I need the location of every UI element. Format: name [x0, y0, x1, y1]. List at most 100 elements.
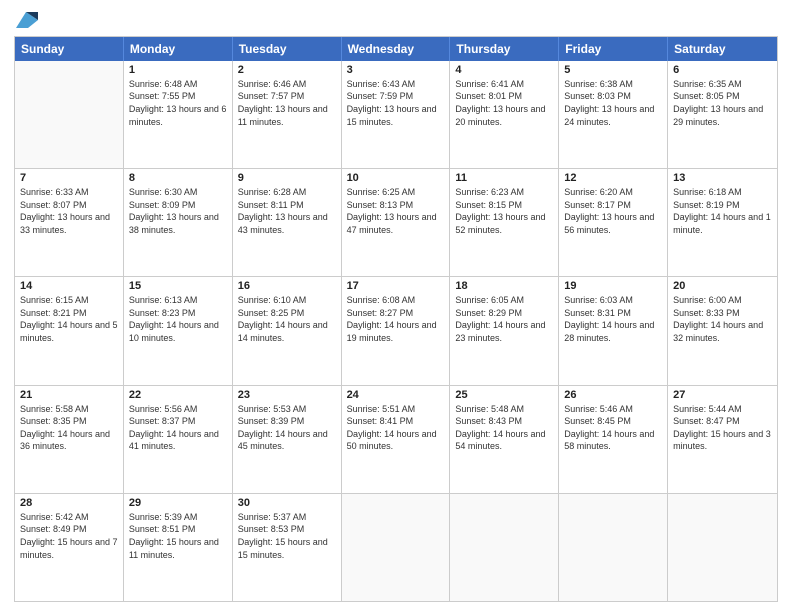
day-number: 9 [238, 172, 336, 184]
day-info: Sunrise: 6:46 AM Sunset: 7:57 PM Dayligh… [238, 78, 336, 128]
day-info: Sunrise: 5:48 AM Sunset: 8:43 PM Dayligh… [455, 403, 553, 453]
day-number: 28 [20, 497, 118, 509]
day-cell-11: 11 Sunrise: 6:23 AM Sunset: 8:15 PM Dayli… [450, 169, 559, 276]
empty-cell [342, 494, 451, 601]
calendar-header: SundayMondayTuesdayWednesdayThursdayFrid… [15, 37, 777, 61]
day-number: 26 [564, 389, 662, 401]
day-cell-12: 12 Sunrise: 6:20 AM Sunset: 8:17 PM Dayli… [559, 169, 668, 276]
day-cell-29: 29 Sunrise: 5:39 AM Sunset: 8:51 PM Dayli… [124, 494, 233, 601]
day-number: 6 [673, 64, 772, 76]
header-day-wednesday: Wednesday [342, 37, 451, 61]
day-cell-19: 19 Sunrise: 6:03 AM Sunset: 8:31 PM Dayli… [559, 277, 668, 384]
day-info: Sunrise: 6:48 AM Sunset: 7:55 PM Dayligh… [129, 78, 227, 128]
day-number: 16 [238, 280, 336, 292]
day-cell-20: 20Sunrise: 6:00 AM Sunset: 8:33 PM Dayli… [668, 277, 777, 384]
day-cell-18: 18 Sunrise: 6:05 AM Sunset: 8:29 PM Dayli… [450, 277, 559, 384]
day-number: 11 [455, 172, 553, 184]
page: SundayMondayTuesdayWednesdayThursdayFrid… [0, 0, 792, 612]
day-cell-25: 25 Sunrise: 5:48 AM Sunset: 8:43 PM Dayli… [450, 386, 559, 493]
day-info: Sunrise: 5:42 AM Sunset: 8:49 PM Dayligh… [20, 511, 118, 561]
day-cell-8: 8 Sunrise: 6:30 AM Sunset: 8:09 PM Daylig… [124, 169, 233, 276]
day-number: 4 [455, 64, 553, 76]
day-number: 13 [673, 172, 772, 184]
logo-text [14, 10, 38, 30]
day-info: Sunrise: 6:33 AM Sunset: 8:07 PM Dayligh… [20, 186, 118, 236]
day-number: 19 [564, 280, 662, 292]
day-cell-5: 5Sunrise: 6:38 AM Sunset: 8:03 PM Daylig… [559, 61, 668, 168]
day-info: Sunrise: 6:43 AM Sunset: 7:59 PM Dayligh… [347, 78, 445, 128]
empty-cell [15, 61, 124, 168]
week-row-1: 1 Sunrise: 6:48 AM Sunset: 7:55 PM Daylig… [15, 61, 777, 168]
day-cell-6: 6 Sunrise: 6:35 AM Sunset: 8:05 PM Daylig… [668, 61, 777, 168]
day-number: 24 [347, 389, 445, 401]
day-info: Sunrise: 6:20 AM Sunset: 8:17 PM Dayligh… [564, 186, 662, 236]
day-info: Sunrise: 5:56 AM Sunset: 8:37 PM Dayligh… [129, 403, 227, 453]
day-cell-15: 15 Sunrise: 6:13 AM Sunset: 8:23 PM Dayli… [124, 277, 233, 384]
day-info: Sunrise: 5:39 AM Sunset: 8:51 PM Dayligh… [129, 511, 227, 561]
header-day-sunday: Sunday [15, 37, 124, 61]
day-number: 29 [129, 497, 227, 509]
day-number: 3 [347, 64, 445, 76]
day-number: 25 [455, 389, 553, 401]
day-number: 27 [673, 389, 772, 401]
day-info: Sunrise: 6:05 AM Sunset: 8:29 PM Dayligh… [455, 294, 553, 344]
empty-cell [450, 494, 559, 601]
day-number: 23 [238, 389, 336, 401]
calendar-body: 1 Sunrise: 6:48 AM Sunset: 7:55 PM Daylig… [15, 61, 777, 601]
day-cell-14: 14 Sunrise: 6:15 AM Sunset: 8:21 PM Dayli… [15, 277, 124, 384]
day-number: 2 [238, 64, 336, 76]
day-cell-23: 23 Sunrise: 5:53 AM Sunset: 8:39 PM Dayli… [233, 386, 342, 493]
day-cell-1: 1 Sunrise: 6:48 AM Sunset: 7:55 PM Daylig… [124, 61, 233, 168]
day-number: 1 [129, 64, 227, 76]
day-info: Sunrise: 6:30 AM Sunset: 8:09 PM Dayligh… [129, 186, 227, 236]
day-info: Sunrise: 6:10 AM Sunset: 8:25 PM Dayligh… [238, 294, 336, 344]
day-number: 12 [564, 172, 662, 184]
day-info: Sunrise: 5:37 AM Sunset: 8:53 PM Dayligh… [238, 511, 336, 561]
day-cell-3: 3 Sunrise: 6:43 AM Sunset: 7:59 PM Daylig… [342, 61, 451, 168]
day-cell-17: 17 Sunrise: 6:08 AM Sunset: 8:27 PM Dayli… [342, 277, 451, 384]
day-cell-28: 28 Sunrise: 5:42 AM Sunset: 8:49 PM Dayli… [15, 494, 124, 601]
day-info: Sunrise: 6:03 AM Sunset: 8:31 PM Dayligh… [564, 294, 662, 344]
week-row-2: 7Sunrise: 6:33 AM Sunset: 8:07 PM Daylig… [15, 168, 777, 276]
day-info: Sunrise: 6:35 AM Sunset: 8:05 PM Dayligh… [673, 78, 772, 128]
day-number: 8 [129, 172, 227, 184]
day-info: Sunrise: 6:41 AM Sunset: 8:01 PM Dayligh… [455, 78, 553, 128]
day-info: Sunrise: 5:53 AM Sunset: 8:39 PM Dayligh… [238, 403, 336, 453]
day-number: 17 [347, 280, 445, 292]
day-cell-27: 27Sunrise: 5:44 AM Sunset: 8:47 PM Dayli… [668, 386, 777, 493]
day-info: Sunrise: 6:18 AM Sunset: 8:19 PM Dayligh… [673, 186, 772, 236]
day-number: 14 [20, 280, 118, 292]
day-cell-4: 4 Sunrise: 6:41 AM Sunset: 8:01 PM Daylig… [450, 61, 559, 168]
header-day-monday: Monday [124, 37, 233, 61]
empty-cell [559, 494, 668, 601]
day-cell-21: 21Sunrise: 5:58 AM Sunset: 8:35 PM Dayli… [15, 386, 124, 493]
day-number: 18 [455, 280, 553, 292]
header-day-thursday: Thursday [450, 37, 559, 61]
day-info: Sunrise: 5:46 AM Sunset: 8:45 PM Dayligh… [564, 403, 662, 453]
empty-cell [668, 494, 777, 601]
day-cell-13: 13 Sunrise: 6:18 AM Sunset: 8:19 PM Dayli… [668, 169, 777, 276]
calendar: SundayMondayTuesdayWednesdayThursdayFrid… [14, 36, 778, 602]
day-info: Sunrise: 6:38 AM Sunset: 8:03 PM Dayligh… [564, 78, 662, 128]
header [14, 10, 778, 30]
day-number: 15 [129, 280, 227, 292]
day-info: Sunrise: 6:00 AM Sunset: 8:33 PM Dayligh… [673, 294, 772, 344]
day-cell-26: 26 Sunrise: 5:46 AM Sunset: 8:45 PM Dayli… [559, 386, 668, 493]
day-cell-30: 30 Sunrise: 5:37 AM Sunset: 8:53 PM Dayli… [233, 494, 342, 601]
day-cell-16: 16 Sunrise: 6:10 AM Sunset: 8:25 PM Dayli… [233, 277, 342, 384]
day-cell-9: 9 Sunrise: 6:28 AM Sunset: 8:11 PM Daylig… [233, 169, 342, 276]
day-info: Sunrise: 6:15 AM Sunset: 8:21 PM Dayligh… [20, 294, 118, 344]
header-day-saturday: Saturday [668, 37, 777, 61]
header-day-tuesday: Tuesday [233, 37, 342, 61]
header-day-friday: Friday [559, 37, 668, 61]
day-cell-10: 10Sunrise: 6:25 AM Sunset: 8:13 PM Dayli… [342, 169, 451, 276]
day-number: 10 [347, 172, 445, 184]
day-cell-22: 22Sunrise: 5:56 AM Sunset: 8:37 PM Dayli… [124, 386, 233, 493]
day-number: 30 [238, 497, 336, 509]
logo [14, 10, 38, 30]
day-info: Sunrise: 6:13 AM Sunset: 8:23 PM Dayligh… [129, 294, 227, 344]
logo-icon [16, 12, 38, 28]
day-info: Sunrise: 6:08 AM Sunset: 8:27 PM Dayligh… [347, 294, 445, 344]
day-info: Sunrise: 6:23 AM Sunset: 8:15 PM Dayligh… [455, 186, 553, 236]
day-info: Sunrise: 6:28 AM Sunset: 8:11 PM Dayligh… [238, 186, 336, 236]
